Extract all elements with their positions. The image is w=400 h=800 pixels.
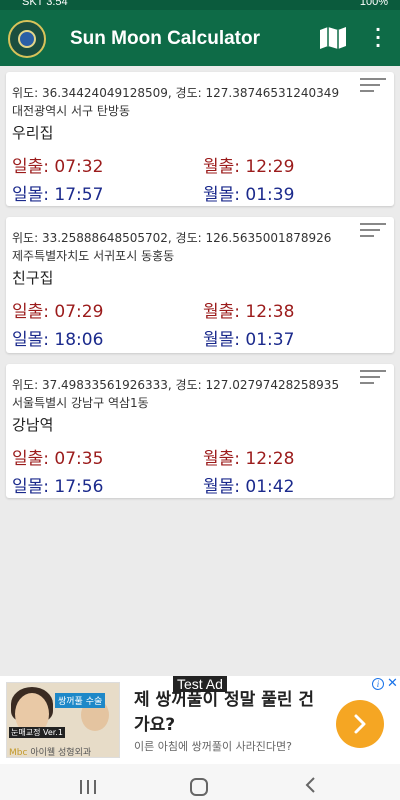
card-menu-icon[interactable] [360, 78, 386, 96]
ad-sponsor-name: 아이웰 성형외과 [30, 748, 92, 758]
status-battery: 100% [359, 0, 388, 8]
home-icon[interactable] [190, 778, 208, 796]
sunrise-time: 일출: 07:29 [12, 302, 104, 322]
ad-image-tag: 눈매교정 Ver.1 [9, 727, 65, 738]
location-name: 우리집 [12, 124, 54, 142]
system-nav-bar [0, 764, 400, 800]
sunset-time: 일몰: 17:56 [12, 477, 104, 497]
location-coordinates: 위도: 36.34424049128509, 경도: 127.387465312… [12, 86, 340, 100]
moonset-time: 월몰: 01:42 [203, 477, 295, 497]
arrow-right-icon [354, 714, 366, 734]
ad-headline[interactable]: 제 쌍꺼풀이 정말 풀린 건가요? [134, 688, 324, 738]
back-icon[interactable] [304, 776, 318, 794]
card-menu-icon[interactable] [360, 223, 386, 241]
location-address: 제주특별자치도 서귀포시 동홍동 [12, 249, 175, 263]
recent-apps-icon[interactable] [78, 780, 98, 794]
location-address: 서울특별시 강남구 역삼1동 [12, 396, 149, 410]
app-bar: Sun Moon Calculator · · · [0, 10, 400, 66]
ad-banner[interactable]: 쌍꺼풀 수술 눈매교정 Ver.1 Mbc 아이웰 성형외과 Test Ad 제… [0, 676, 400, 764]
status-bar: SKT 3:54 100% [0, 0, 400, 10]
sunrise-time: 일출: 07:32 [12, 157, 104, 177]
location-card[interactable]: 위도: 36.34424049128509, 경도: 127.387465312… [6, 72, 394, 206]
moonset-time: 월몰: 01:37 [203, 330, 295, 350]
ad-close-icon[interactable]: ✕ [387, 676, 398, 691]
ad-sponsor: Mbc 아이웰 성형외과 [9, 745, 92, 758]
moonrise-time: 월출: 12:28 [203, 449, 295, 469]
location-name: 친구집 [12, 269, 54, 287]
location-coordinates: 위도: 33.25888648505702, 경도: 126.563500187… [12, 231, 332, 245]
more-options-icon[interactable]: · · · [368, 22, 388, 54]
ad-image[interactable]: 쌍꺼풀 수술 눈매교정 Ver.1 Mbc 아이웰 성형외과 [6, 682, 120, 758]
app-title: Sun Moon Calculator [70, 28, 260, 49]
location-card[interactable]: 위도: 37.49833561926333, 경도: 127.027974282… [6, 364, 394, 498]
sunset-time: 일몰: 18:06 [12, 330, 104, 350]
moonrise-time: 월출: 12:29 [203, 157, 295, 177]
moonset-time: 월몰: 01:39 [203, 185, 295, 205]
status-carrier-time: SKT 3:54 [22, 0, 68, 8]
ad-info-icon[interactable]: i [372, 678, 384, 690]
location-coordinates: 위도: 37.49833561926333, 경도: 127.027974282… [12, 378, 340, 392]
sunrise-time: 일출: 07:35 [12, 449, 104, 469]
ad-sponsor-prefix: Mbc [9, 748, 28, 758]
ad-subtext: 이른 아침에 쌍꺼풀이 사라진다면? [134, 740, 293, 753]
ad-cta-button[interactable] [336, 700, 384, 748]
ad-image-banner: 쌍꺼풀 수술 [55, 693, 106, 708]
location-name: 강남역 [12, 416, 54, 434]
card-menu-icon[interactable] [360, 370, 386, 388]
moonrise-time: 월출: 12:38 [203, 302, 295, 322]
location-address: 대전광역시 서구 탄방동 [12, 104, 131, 118]
app-logo-icon [8, 20, 46, 58]
map-icon[interactable] [318, 26, 348, 50]
location-card[interactable]: 위도: 33.25888648505702, 경도: 126.563500187… [6, 217, 394, 353]
sunset-time: 일몰: 17:57 [12, 185, 104, 205]
